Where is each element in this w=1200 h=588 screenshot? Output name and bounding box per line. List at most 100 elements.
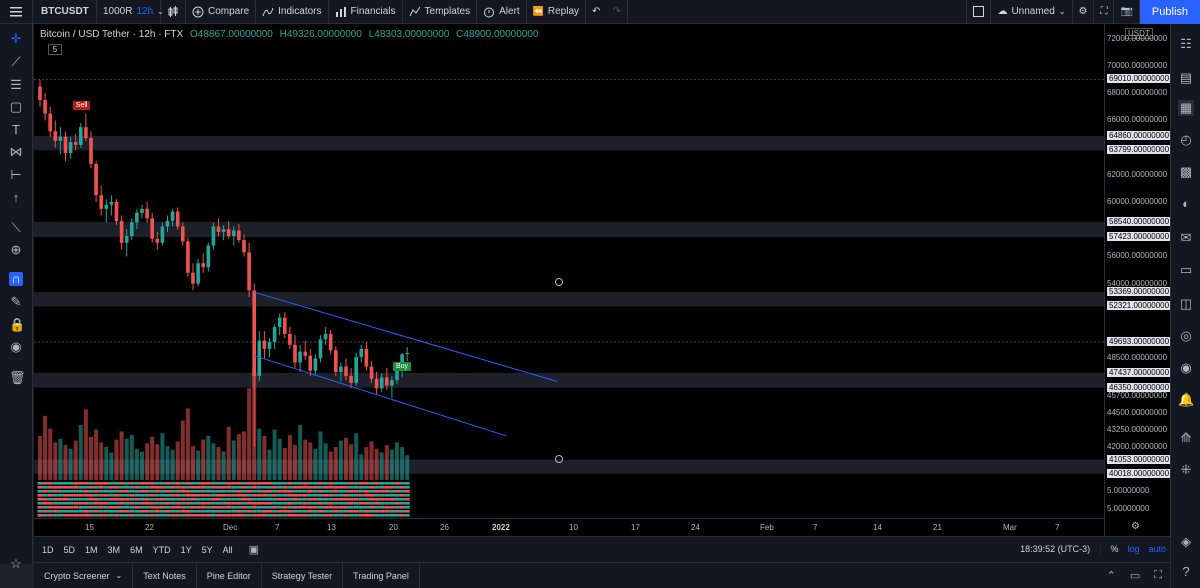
range-button-1y[interactable]: 1Y	[181, 545, 192, 555]
candle-body	[196, 263, 200, 284]
indicator-cell	[93, 502, 99, 505]
range-button-all[interactable]: All	[223, 545, 233, 555]
symbol-search[interactable]: BTCUSDT	[33, 0, 97, 24]
text-icon[interactable]: T	[9, 123, 23, 137]
indicator-cell	[236, 490, 242, 493]
clock[interactable]: 18:39:52 (UTC-3)	[1020, 544, 1090, 554]
trend-line-icon[interactable]: ⟋	[9, 55, 23, 69]
time-tick-label: 7	[813, 523, 818, 532]
notifications-icon[interactable]: ◎	[1178, 328, 1194, 344]
fullscreen-button[interactable]: ⛶	[1094, 0, 1115, 24]
indicator-cell	[88, 486, 94, 489]
crosshair-icon[interactable]: ✛	[9, 32, 23, 46]
indicator-cell	[363, 494, 369, 497]
arrow-up-icon[interactable]: ↑	[9, 191, 23, 205]
indicator-cell	[374, 486, 380, 489]
compare-button[interactable]: Compare	[186, 0, 257, 24]
brush-icon[interactable]: ▢	[9, 100, 23, 114]
watchlist-icon[interactable]: ☷	[1178, 36, 1194, 52]
publish-button[interactable]: Publish	[1139, 0, 1200, 24]
candle-body	[68, 142, 73, 154]
help-icon[interactable]: ?	[1178, 564, 1194, 580]
tab-text-notes[interactable]: Text Notes	[133, 562, 197, 588]
broadcast-icon[interactable]: ◉	[1178, 360, 1194, 376]
indicator-count-toggle[interactable]: 5	[48, 44, 62, 55]
alert-button[interactable]: Alert	[477, 0, 527, 24]
tab-trading-panel[interactable]: Trading Panel	[343, 562, 420, 588]
calendar-icon[interactable]: ▩	[1178, 164, 1194, 180]
streams-icon[interactable]: ▭	[1178, 262, 1194, 278]
range-button-ytd[interactable]: YTD	[153, 545, 171, 555]
range-button-1m[interactable]: 1M	[85, 545, 98, 555]
data-window-icon[interactable]: ▦	[1178, 100, 1194, 116]
layers-icon[interactable]: ◈	[1178, 534, 1194, 550]
range-button-3m[interactable]: 3M	[108, 545, 121, 555]
volume-bar	[201, 439, 206, 480]
indicator-cell	[384, 486, 390, 489]
minimize-icon[interactable]: ▭	[1130, 569, 1140, 582]
indicator-cell	[363, 510, 369, 513]
layout-name-button[interactable]: ☁ Unnamed ⌄	[991, 0, 1073, 24]
collapse-icon[interactable]: ⌃	[1107, 569, 1116, 582]
indicator-tick-label: 5.00000000	[1107, 504, 1150, 513]
redo-button[interactable]: ↷	[606, 0, 628, 24]
calendar-range-icon[interactable]: ▣	[249, 543, 259, 556]
price-axis[interactable]: USDT 72000.00000000 70000.00000000 68000.0…	[1104, 24, 1172, 536]
indicator-cell	[47, 490, 53, 493]
financials-button[interactable]: Financials	[329, 0, 403, 24]
log-toggle[interactable]: log	[1127, 544, 1139, 554]
range-button-5d[interactable]: 5D	[64, 545, 76, 555]
auto-toggle[interactable]: auto	[1148, 544, 1166, 554]
tab-crypto-screener[interactable]: Crypto Screener ⌄	[34, 562, 134, 588]
trash-icon[interactable]: 🗑	[9, 371, 26, 385]
lock-icon[interactable]: 🔒	[9, 318, 25, 332]
indicator-cell	[246, 514, 252, 517]
indicator-cell	[277, 490, 283, 493]
chart-pane[interactable]: Bitcoin / USD Tether · 12h · FTX O48867.…	[34, 24, 1170, 536]
bell-icon[interactable]: 🔔	[1178, 392, 1194, 408]
price-level-label: 58540.00000000	[1107, 216, 1172, 226]
lock-drawing-icon[interactable]: ✎	[9, 295, 23, 309]
range-button-1d[interactable]: 1D	[42, 545, 54, 555]
legend-low: L48303.00000000	[368, 29, 450, 40]
templates-button[interactable]: Templates	[403, 0, 478, 24]
range-button-6m[interactable]: 6M	[130, 545, 143, 555]
trend-icon[interactable]: ⟰	[1178, 430, 1194, 446]
star-icon[interactable]: ☆	[9, 557, 23, 571]
hotlist-icon[interactable]: ◴	[1178, 132, 1194, 148]
chart-style-button[interactable]	[161, 0, 186, 24]
snapshot-button[interactable]: 📷	[1114, 0, 1140, 24]
indicator-cell	[144, 486, 150, 489]
ideas-icon[interactable]: ◐	[1178, 196, 1194, 212]
indicator-cell	[62, 502, 69, 505]
prediction-icon[interactable]: ⊢	[9, 168, 23, 182]
tab-pine-editor[interactable]: Pine Editor	[197, 562, 262, 588]
indicator-cell	[292, 506, 298, 509]
zoom-in-icon[interactable]: ⊕	[9, 243, 23, 257]
pattern-icon[interactable]: ⋈	[9, 145, 23, 159]
indicators-button[interactable]: Indicators	[256, 0, 329, 24]
time-axis[interactable]: 15 22 Dec 7 13 20 26 2022 10 17 24 Feb 7 14 21 Mar 7	[34, 518, 1104, 536]
layout-toggle-button[interactable]	[966, 0, 992, 24]
menu-button[interactable]	[0, 0, 33, 24]
replay-button[interactable]: ⏪ Replay	[527, 0, 587, 24]
grid-icon[interactable]: ⁜	[1178, 462, 1194, 478]
tab-strategy-tester[interactable]: Strategy Tester	[262, 562, 344, 588]
indicator-cell	[363, 498, 369, 501]
settings-button[interactable]: ⚙	[1073, 0, 1095, 24]
ruler-icon[interactable]: ⟍	[9, 221, 23, 235]
axis-settings-icon[interactable]: ⚙	[1131, 521, 1140, 532]
indicator-cell	[323, 506, 329, 509]
maximize-icon[interactable]: ⛶	[1154, 569, 1162, 582]
magnet-icon[interactable]: ∩	[9, 272, 23, 286]
undo-button[interactable]: ↶	[586, 0, 606, 24]
chat-icon[interactable]: ✉	[1178, 230, 1194, 246]
percent-toggle[interactable]: %	[1110, 544, 1118, 554]
alerts-icon[interactable]: ▤	[1178, 70, 1194, 86]
messages-icon[interactable]: ◫	[1178, 296, 1194, 312]
fib-retracement-icon[interactable]: ☰	[9, 78, 23, 92]
fullscreen-icon: ⛶	[1100, 6, 1108, 17]
interval-selector[interactable]: 1000R 12h ⌄	[97, 0, 164, 24]
eye-icon[interactable]: ◉	[9, 340, 23, 354]
range-button-5y[interactable]: 5Y	[202, 545, 213, 555]
